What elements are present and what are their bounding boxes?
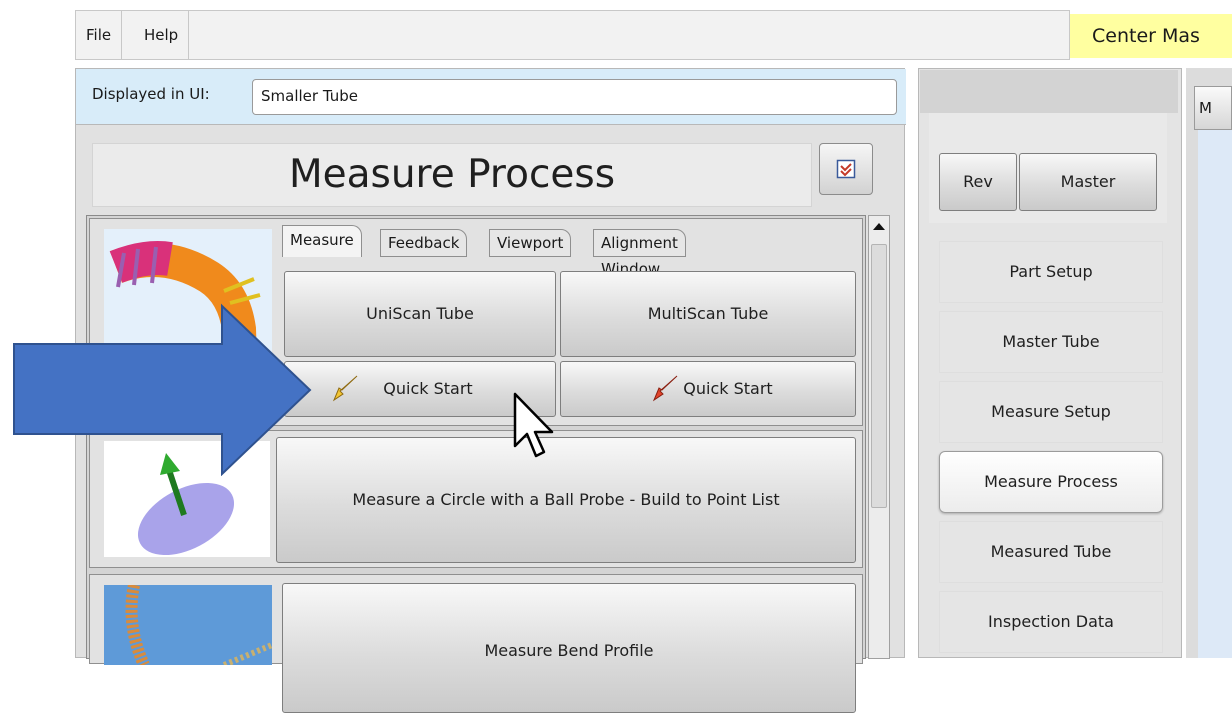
display-row: Displayed in UI: Smaller Tube <box>76 69 906 125</box>
master-button[interactable]: Master <box>1019 153 1157 211</box>
annotation-arrow-icon <box>13 303 312 476</box>
rev-button[interactable]: Rev <box>939 153 1017 211</box>
measure-circle-button[interactable]: Measure a Circle with a Ball Probe - Bui… <box>276 437 856 563</box>
quick-start-multiscan-button[interactable]: Quick Start <box>560 361 856 417</box>
mouse-cursor-icon <box>513 392 554 458</box>
menu-bar: File Help <box>75 10 1070 60</box>
mode-strip: Rev Master <box>929 113 1167 223</box>
vertical-scrollbar[interactable] <box>868 215 890 659</box>
far-right-content <box>1198 108 1232 658</box>
uniscan-label: UniScan Tube <box>366 304 474 323</box>
yellow-arrow-icon <box>332 375 358 402</box>
bend-profile-card: Measure Bend Profile <box>89 574 863 713</box>
quick-start-label-2: Quick Start <box>683 379 773 398</box>
tab-viewport[interactable]: Viewport <box>489 229 572 257</box>
tab-measure[interactable]: Measure <box>282 225 362 257</box>
multiscan-tube-button[interactable]: MultiScan Tube <box>560 271 856 357</box>
page-title: Measure Process <box>92 143 812 207</box>
far-right-button[interactable]: M <box>1194 86 1232 130</box>
rev-label: Rev <box>963 172 993 191</box>
multiscan-label: MultiScan Tube <box>647 304 769 323</box>
right-panel-header <box>920 70 1178 113</box>
bend-profile-thumbnail <box>104 583 274 668</box>
center-mas-label: Center Mas <box>1070 14 1232 58</box>
scroll-up-icon[interactable] <box>870 217 888 237</box>
quick-start-label-1: Quick Start <box>383 379 473 398</box>
tab-feedback[interactable]: Feedback <box>380 229 468 257</box>
display-label: Displayed in UI: <box>92 85 210 103</box>
checklist-button[interactable] <box>819 143 873 195</box>
nav-measure-process[interactable]: Measure Process <box>939 451 1163 513</box>
nav-inspection-data[interactable]: Inspection Data <box>939 591 1163 653</box>
display-name-input[interactable]: Smaller Tube <box>252 79 897 115</box>
scroll-thumb[interactable] <box>871 244 887 508</box>
measure-bend-label: Measure Bend Profile <box>484 641 654 660</box>
tab-alignment-window[interactable]: Alignment Window <box>593 229 686 278</box>
measure-circle-label: Measure a Circle with a Ball Probe - Bui… <box>352 490 780 509</box>
right-nav-panel: Rev Master Part Setup Master Tube Measur… <box>918 68 1182 658</box>
bend-profile-image <box>125 583 274 668</box>
far-right-panel: M <box>1186 68 1232 658</box>
measure-bend-profile-button[interactable]: Measure Bend Profile <box>282 583 856 713</box>
red-arrow-icon <box>652 375 678 402</box>
master-label: Master <box>1060 172 1116 191</box>
nav-part-setup[interactable]: Part Setup <box>939 241 1163 303</box>
nav-master-tube[interactable]: Master Tube <box>939 311 1163 373</box>
nav-measure-setup[interactable]: Measure Setup <box>939 381 1163 443</box>
nav-measured-tube[interactable]: Measured Tube <box>939 521 1163 583</box>
menu-file[interactable]: File <box>76 11 123 59</box>
checklist-icon <box>836 159 856 179</box>
menu-help[interactable]: Help <box>134 11 190 59</box>
